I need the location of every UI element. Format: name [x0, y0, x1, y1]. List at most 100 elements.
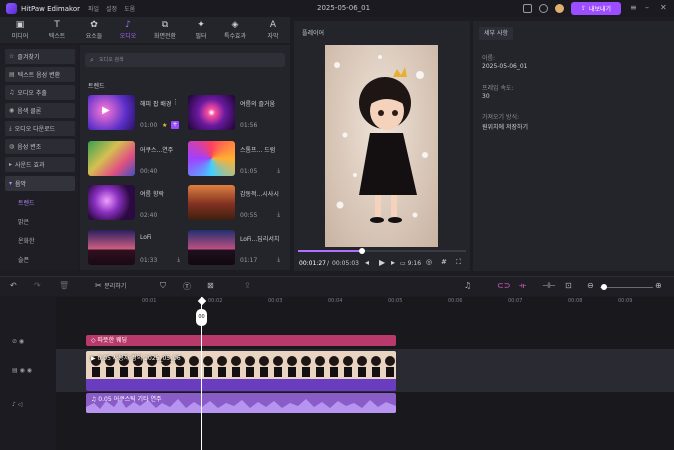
aspect-ratio-select[interactable]: ▭ 9:16 [400, 260, 421, 267]
next-frame-icon[interactable]: ▸ [391, 258, 395, 267]
sidebar-item-favorites[interactable]: ☆ 즐겨찾기 [5, 49, 75, 64]
media-toolbar: ▣ 미디어 T 텍스트 ✿ 요소들 ♪ 오디오 ⧉ 화면전환 ✦ 필터 ◈ 특수효과 A 자막 [0, 17, 290, 43]
sidebar-item-extract[interactable]: ♫ 오디오 추출 [5, 85, 75, 100]
app-logo-icon [6, 3, 17, 14]
list-item[interactable]: LoFi...딥리서치 01:17 ⤓ [188, 230, 283, 265]
effects-clip[interactable]: ◇ 따뜻한 웨딩 [86, 335, 396, 346]
menu-settings[interactable]: 설정 [106, 4, 117, 13]
download-icon[interactable]: ⤓ [177, 256, 180, 264]
tab-audio[interactable]: ♪ 오디오 [114, 17, 142, 43]
snap-icon[interactable]: ⟛ [519, 281, 526, 291]
sidebar-sub-sad[interactable]: 슬픈 [18, 255, 29, 264]
tab-text[interactable]: T 텍스트 [43, 17, 71, 43]
sidebar-sub-bright[interactable]: 밝은 [18, 217, 29, 226]
minimize-icon[interactable]: – [645, 3, 649, 12]
sidebar-item-tts[interactable]: ▤ 텍스트 음성 변환 [5, 67, 75, 82]
download-icon[interactable]: ⤓ [277, 211, 280, 219]
text-box-icon[interactable]: Ⓣ [183, 281, 191, 292]
list-item[interactable]: 여름 향락 02:40 [88, 185, 183, 220]
feedback-icon[interactable] [523, 4, 532, 13]
track-name: 스톰프... 드럼 [240, 147, 276, 154]
tab-label: 요소들 [85, 33, 103, 40]
sidebar-item-clone[interactable]: ◉ 음색 클론 [5, 103, 75, 118]
video-clip[interactable]: ▶ 0.05 사용자 정의 2025_05_06 [86, 351, 396, 391]
split-label: 분리하기 [104, 283, 127, 290]
split-button[interactable]: ✂ 분리하기 [95, 281, 126, 290]
voice-icon: ◍ [9, 143, 15, 150]
download-icon[interactable] [539, 4, 548, 13]
sidebar-sub-gentle[interactable]: 온화한 [18, 236, 35, 245]
play-icon[interactable]: ▶ [379, 258, 385, 267]
player-scrubber[interactable] [298, 248, 466, 254]
field-label: 가져오기 방식: [482, 114, 520, 121]
timeline-ruler[interactable]: 00:01 00:02 00:03 00:04 00:05 00:06 00:0… [86, 297, 674, 309]
star-icon[interactable]: ★ [162, 122, 167, 129]
menu-icon[interactable]: ≡ [630, 3, 637, 12]
text-icon: T [54, 20, 60, 30]
tab-label: 텍스트 [48, 33, 66, 40]
export-frame-icon[interactable]: ⇪ [244, 281, 251, 290]
zoom-in-icon[interactable]: ⊕ [655, 281, 662, 290]
thumbnail [88, 185, 135, 220]
section-title: 트렌드 [88, 83, 105, 90]
list-item[interactable]: 스톰프... 드럼 01:05 ⤓ [188, 141, 283, 176]
thumbnail: ▶ [88, 95, 135, 130]
prev-frame-icon[interactable]: ◂ [365, 258, 369, 267]
magnet-icon[interactable]: ⊣⊢ [542, 281, 556, 290]
more-icon[interactable]: ⋮ [172, 98, 179, 106]
tab-filter[interactable]: ✦ 필터 [190, 17, 212, 43]
zoom-handle[interactable] [601, 284, 607, 290]
clip-title: 0.05 사용자 정의 2025_05_06 [97, 355, 181, 362]
sidebar-item-download[interactable]: ⤓ 오디오 다운로드 [5, 121, 75, 136]
player-panel: 플레이어 00:01:27 / 00:05:03 ◂ ▶ ▸ ▭ 9:16 ◎ … [294, 21, 470, 271]
snapshot-icon[interactable]: ◎ [426, 258, 432, 266]
tab-details[interactable]: 세부 사항 [479, 27, 513, 40]
download-icon[interactable]: ⤓ [277, 256, 280, 264]
search-input[interactable]: ⌕ 오디오 검색 [85, 53, 285, 67]
undo-icon[interactable]: ↶ [10, 281, 17, 290]
redo-icon[interactable]: ↷ [34, 281, 41, 290]
list-item[interactable]: 감동적...시사시 00:55 ⤓ [188, 185, 283, 220]
video-preview[interactable] [325, 45, 438, 247]
sidebar-item-sfx[interactable]: ▸ 사운드 효과 [5, 157, 75, 172]
list-item[interactable]: 어쿠스...연주 00:40 [88, 141, 183, 176]
tab-media[interactable]: ▣ 미디어 [6, 17, 34, 43]
fullscreen-icon[interactable]: ⛶ [456, 258, 461, 267]
track-duration: 00:55 [240, 212, 258, 219]
playhead-handle[interactable]: 00 [196, 309, 207, 326]
tab-label: 특수효과 [223, 33, 247, 40]
grid-icon[interactable]: # [441, 258, 447, 266]
list-item[interactable]: ▶ 해피 팝 배경 ⋮ 01:00 ★ + [88, 95, 183, 130]
export-button[interactable]: ⇪ 내보내기 [571, 2, 621, 15]
avatar[interactable] [555, 4, 564, 13]
close-icon[interactable]: ✕ [660, 3, 667, 12]
list-item[interactable]: LoFi 01:33 ⤓ [88, 230, 183, 265]
track-name: LoFi...딥리서치 [240, 236, 280, 243]
sidebar-sub-trend[interactable]: 트렌드 [18, 198, 35, 207]
tab-effects[interactable]: ◈ 특수효과 [218, 17, 252, 43]
menu-file[interactable]: 파일 [88, 4, 99, 13]
audio-clip[interactable]: ♫ 0.05 어쿠스틱 기타 연주 [86, 393, 396, 413]
zoom-slider[interactable] [600, 284, 653, 290]
crop-icon[interactable]: ⊠ [207, 281, 214, 290]
tab-subtitle[interactable]: A 자막 [262, 17, 284, 43]
fit-icon[interactable]: ⊡ [565, 281, 572, 290]
video-track-icon: ▤ ◉ ◉ [12, 367, 32, 374]
aspect-ratio-label: 9:16 [407, 260, 422, 267]
shield-icon[interactable]: ⛉ [160, 281, 166, 291]
tab-transition[interactable]: ⧉ 화면전환 [148, 17, 182, 43]
add-icon[interactable]: + [171, 121, 179, 129]
menu-help[interactable]: 도움 [124, 4, 135, 13]
download-icon[interactable]: ⤓ [277, 167, 280, 175]
clone-icon: ◉ [9, 107, 15, 114]
timeline[interactable]: 00:01 00:02 00:03 00:04 00:05 00:06 00:0… [0, 296, 674, 450]
mic-icon[interactable]: ♫ [464, 281, 471, 290]
link-icon[interactable]: ⊂⊃ [497, 281, 510, 290]
sidebar-item-music[interactable]: ▾ 음악 [5, 176, 75, 191]
list-item[interactable]: 여름의 즐거움 01:56 [188, 95, 283, 130]
sidebar-item-voice[interactable]: ◍ 음성 변조 [5, 139, 75, 154]
zoom-out-icon[interactable]: ⊖ [587, 281, 594, 290]
tab-elements[interactable]: ✿ 요소들 [80, 17, 108, 43]
scrubber-handle[interactable] [358, 248, 365, 254]
delete-icon[interactable]: 🗑 [59, 281, 69, 290]
